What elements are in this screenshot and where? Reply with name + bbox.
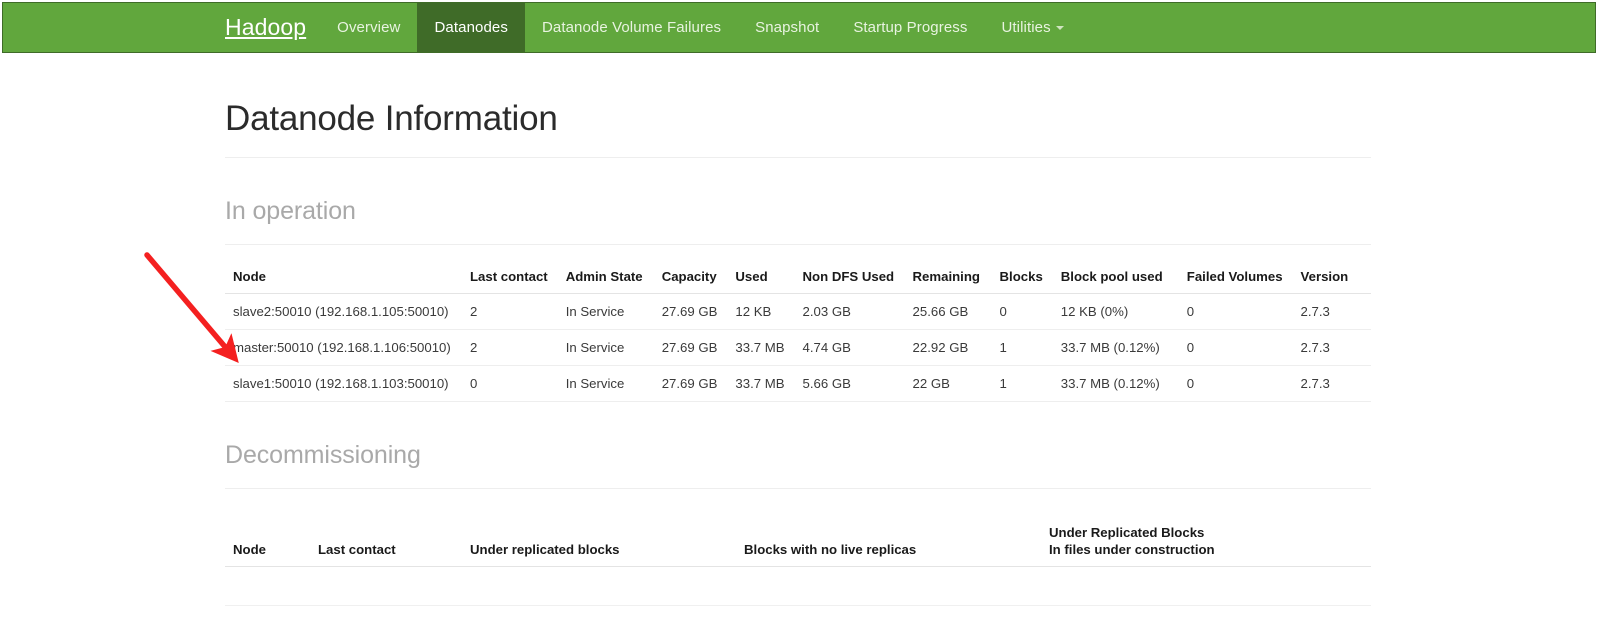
nav-item-snapshot[interactable]: Snapshot [738, 3, 836, 52]
table-header-row: Node Last contact Under replicated block… [225, 518, 1371, 568]
nav-item-label: Snapshot [755, 19, 820, 36]
nav-item-label: Startup Progress [853, 19, 968, 36]
cell-node[interactable]: slave2:50010 (192.168.1.105:50010) [225, 293, 462, 330]
navbar-items: Hadoop Overview Datanodes Datanode Volum… [221, 3, 1081, 52]
nav-item-overview[interactable]: Overview [320, 3, 417, 52]
cell-used: 33.7 MB [727, 329, 795, 366]
col-header-last-contact[interactable]: Last contact [462, 261, 558, 294]
cell-non-dfs-used: 4.74 GB [794, 329, 905, 366]
bottom-divider [225, 605, 1371, 607]
cell-non-dfs-used: 2.03 GB [794, 293, 905, 330]
col-header-line-2: In files under construction [1049, 542, 1215, 558]
cell-non-dfs-used: 5.66 GB [794, 365, 905, 402]
cell-failed-volumes: 0 [1178, 293, 1293, 330]
col-header-non-dfs-used[interactable]: Non DFS Used [794, 261, 905, 294]
col-header-admin-state[interactable]: Admin State [557, 261, 654, 294]
nav-item-label: Utilities [1001, 19, 1051, 36]
nav-item-datanodes[interactable]: Datanodes [417, 3, 525, 52]
cell-blocks: 0 [991, 293, 1053, 330]
cell-admin-state: In Service [557, 293, 654, 330]
nav-item-label: Datanode Volume Failures [541, 19, 722, 36]
col-header-version[interactable]: Version [1292, 261, 1371, 294]
col-header-blocks[interactable]: Blocks [991, 261, 1053, 294]
cell-failed-volumes: 0 [1178, 329, 1293, 366]
nav-item-label: Datanodes [434, 19, 508, 36]
top-navbar: Hadoop Overview Datanodes Datanode Volum… [2, 2, 1596, 53]
nav-item-startup-progress[interactable]: Startup Progress [836, 3, 984, 52]
table-row: master:50010 (192.168.1.106:50010) 2 In … [225, 329, 1371, 366]
cell-version: 2.7.3 [1292, 365, 1371, 402]
col-header-under-replicated-blocks[interactable]: Under replicated blocks [462, 518, 736, 568]
cell-node[interactable]: slave1:50010 (192.168.1.103:50010) [225, 365, 462, 402]
cell-node[interactable]: master:50010 (192.168.1.106:50010) [225, 329, 462, 366]
cell-block-pool-used: 12 KB (0%) [1052, 293, 1179, 330]
cell-block-pool-used: 33.7 MB (0.12%) [1052, 329, 1179, 366]
col-header-capacity[interactable]: Capacity [653, 261, 728, 294]
brand-hadoop[interactable]: Hadoop [221, 3, 320, 52]
cell-admin-state: In Service [557, 365, 654, 402]
section-heading-in-operation: In operation [225, 197, 356, 225]
cell-block-pool-used: 33.7 MB (0.12%) [1052, 365, 1179, 402]
col-header-blocks-with-no-live-replicas[interactable]: Blocks with no live replicas [736, 518, 1041, 568]
page-title: Datanode Information [225, 99, 558, 138]
col-header-remaining[interactable]: Remaining [904, 261, 992, 294]
cell-blocks: 1 [991, 329, 1053, 366]
cell-capacity: 27.69 GB [653, 329, 728, 366]
col-header-last-contact[interactable]: Last contact [310, 518, 462, 568]
cell-last-contact: 0 [462, 365, 558, 402]
cell-blocks: 1 [991, 365, 1053, 402]
decommissioning-divider [225, 488, 1371, 489]
cell-last-contact: 2 [462, 293, 558, 330]
section-heading-decommissioning: Decommissioning [225, 441, 421, 469]
red-arrow-annotation [144, 252, 239, 363]
cell-last-contact: 2 [462, 329, 558, 366]
col-header-failed-volumes[interactable]: Failed Volumes [1178, 261, 1293, 294]
nav-item-datanode-volume-failures[interactable]: Datanode Volume Failures [525, 3, 738, 52]
cell-capacity: 27.69 GB [653, 365, 728, 402]
in-operation-divider [225, 244, 1371, 245]
chevron-down-icon [1055, 25, 1064, 30]
col-header-node[interactable]: Node [225, 261, 462, 294]
decommissioning-table: Node Last contact Under replicated block… [225, 518, 1371, 568]
in-operation-table: Node Last contact Admin State Capacity U… [225, 261, 1371, 402]
cell-admin-state: In Service [557, 329, 654, 366]
cell-version: 2.7.3 [1292, 329, 1371, 366]
col-header-used[interactable]: Used [727, 261, 795, 294]
col-header-under-replicated-blocks-in-files-under-construction[interactable]: Under Replicated Blocks In files under c… [1041, 518, 1371, 568]
cell-used: 33.7 MB [727, 365, 795, 402]
cell-remaining: 22 GB [904, 365, 992, 402]
table-header-row: Node Last contact Admin State Capacity U… [225, 261, 1371, 294]
table-row: slave2:50010 (192.168.1.105:50010) 2 In … [225, 293, 1371, 330]
page-container: Datanode Information In operation Node L… [225, 53, 1371, 607]
cell-remaining: 25.66 GB [904, 293, 992, 330]
col-header-line-1: Under Replicated Blocks [1049, 525, 1205, 540]
cell-failed-volumes: 0 [1178, 365, 1293, 402]
col-header-node[interactable]: Node [225, 518, 310, 568]
cell-capacity: 27.69 GB [653, 293, 728, 330]
nav-item-utilities[interactable]: Utilities [984, 3, 1080, 52]
cell-used: 12 KB [727, 293, 795, 330]
nav-item-label: Overview [337, 19, 401, 36]
cell-version: 2.7.3 [1292, 293, 1371, 330]
cell-remaining: 22.92 GB [904, 329, 992, 366]
table-row: slave1:50010 (192.168.1.103:50010) 0 In … [225, 365, 1371, 402]
col-header-block-pool-used[interactable]: Block pool used [1052, 261, 1179, 294]
